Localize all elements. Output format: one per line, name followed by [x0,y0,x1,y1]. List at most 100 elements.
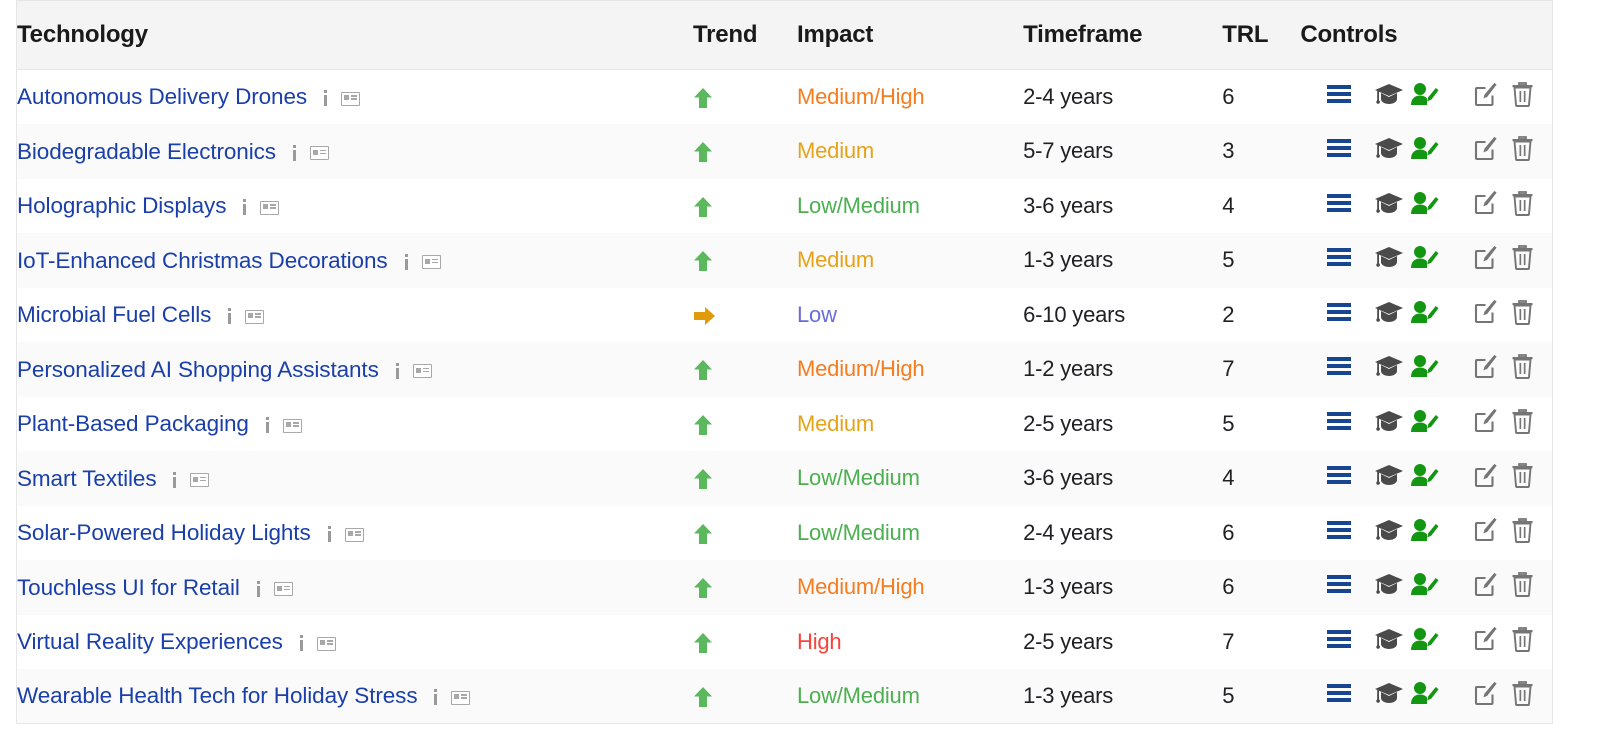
list-lines-icon[interactable] [1326,192,1352,220]
info-icon[interactable] [431,689,442,706]
user-edit-icon[interactable] [1410,409,1440,439]
graduation-cap-icon[interactable] [1374,245,1404,275]
graduation-cap-icon[interactable] [1374,191,1404,221]
id-card-icon[interactable] [316,636,336,651]
id-card-icon[interactable] [273,582,293,597]
info-icon[interactable] [297,635,308,652]
edit-square-pencil-icon[interactable] [1474,190,1499,221]
trash-icon[interactable] [1511,190,1534,222]
graduation-cap-icon[interactable] [1374,136,1404,166]
technology-link[interactable]: Autonomous Delivery Drones [17,85,307,110]
technology-link[interactable]: Smart Textiles [17,466,157,491]
trash-icon[interactable] [1511,571,1534,603]
technology-link[interactable]: Solar-Powered Holiday Lights [17,520,311,545]
id-card-icon[interactable] [451,690,471,705]
list-lines-icon[interactable] [1326,355,1352,383]
trash-icon[interactable] [1511,353,1534,385]
edit-square-pencil-icon[interactable] [1474,299,1499,330]
column-header-timeframe[interactable]: Timeframe [1023,0,1223,70]
technology-link[interactable]: IoT-Enhanced Christmas Decorations [17,248,388,273]
user-edit-icon[interactable] [1410,463,1440,493]
column-header-technology[interactable]: Technology [16,0,693,70]
user-edit-icon[interactable] [1410,245,1440,275]
list-lines-icon[interactable] [1326,301,1352,329]
edit-square-pencil-icon[interactable] [1474,245,1499,276]
technology-link[interactable]: Microbial Fuel Cells [17,302,211,327]
graduation-cap-icon[interactable] [1374,82,1404,112]
id-card-icon[interactable] [412,364,432,379]
user-edit-icon[interactable] [1410,572,1440,602]
technology-link[interactable]: Wearable Health Tech for Holiday Stress [17,684,418,709]
user-edit-icon[interactable] [1410,191,1440,221]
column-header-trl[interactable]: TRL [1222,0,1301,70]
trash-icon[interactable] [1511,517,1534,549]
edit-square-pencil-icon[interactable] [1474,572,1499,603]
info-icon[interactable] [170,471,181,489]
trash-icon[interactable] [1511,135,1534,167]
id-card-icon[interactable] [190,473,210,488]
id-card-icon[interactable] [282,418,302,433]
trash-icon[interactable] [1511,244,1534,276]
id-card-icon[interactable] [421,255,441,270]
technology-link[interactable]: Biodegradable Electronics [17,139,276,164]
user-edit-icon[interactable] [1410,354,1440,384]
technology-link[interactable]: Holographic Displays [17,193,226,218]
graduation-cap-icon[interactable] [1374,463,1404,493]
trash-icon[interactable] [1511,680,1534,712]
trash-icon[interactable] [1511,299,1534,331]
list-lines-icon[interactable] [1326,410,1352,438]
trash-icon[interactable] [1511,81,1534,113]
user-edit-icon[interactable] [1410,627,1440,657]
technology-link[interactable]: Virtual Reality Experiences [17,629,283,654]
info-icon[interactable] [263,417,274,434]
graduation-cap-icon[interactable] [1374,681,1404,711]
user-edit-icon[interactable] [1410,136,1440,166]
edit-square-pencil-icon[interactable] [1474,463,1499,494]
id-card-icon[interactable] [341,91,361,106]
edit-square-pencil-icon[interactable] [1474,626,1499,657]
edit-square-pencil-icon[interactable] [1474,82,1499,113]
edit-square-pencil-icon[interactable] [1474,408,1499,439]
list-lines-icon[interactable] [1326,137,1352,165]
info-icon[interactable] [321,90,332,107]
column-header-trend[interactable]: Trend [692,0,797,70]
list-lines-icon[interactable] [1326,682,1352,710]
technology-link[interactable]: Touchless UI for Retail [17,575,240,600]
edit-square-pencil-icon[interactable] [1474,681,1499,712]
technology-link[interactable]: Plant-Based Packaging [17,411,249,436]
graduation-cap-icon[interactable] [1374,409,1404,439]
edit-square-pencil-icon[interactable] [1474,354,1499,385]
id-card-icon[interactable] [309,146,329,161]
id-card-icon[interactable] [260,200,280,215]
technology-link[interactable]: Personalized AI Shopping Assistants [17,357,379,382]
graduation-cap-icon[interactable] [1374,300,1404,330]
user-edit-icon[interactable] [1410,82,1440,112]
list-lines-icon[interactable] [1326,464,1352,492]
info-icon[interactable] [290,144,301,162]
info-icon[interactable] [254,580,265,598]
info-icon[interactable] [402,253,413,271]
edit-square-pencil-icon[interactable] [1474,136,1499,167]
column-header-impact[interactable]: Impact [797,0,1024,70]
list-lines-icon[interactable] [1326,83,1352,111]
user-edit-icon[interactable] [1410,300,1440,330]
info-icon[interactable] [225,308,236,325]
edit-square-pencil-icon[interactable] [1474,517,1499,548]
id-card-icon[interactable] [245,309,265,324]
trash-icon[interactable] [1511,626,1534,658]
user-edit-icon[interactable] [1410,681,1440,711]
trash-icon[interactable] [1511,462,1534,494]
list-lines-icon[interactable] [1326,246,1352,274]
list-lines-icon[interactable] [1326,519,1352,547]
trash-icon[interactable] [1511,408,1534,440]
user-edit-icon[interactable] [1410,518,1440,548]
list-lines-icon[interactable] [1326,573,1352,601]
info-icon[interactable] [240,199,251,216]
graduation-cap-icon[interactable] [1374,518,1404,548]
info-icon[interactable] [393,362,404,380]
info-icon[interactable] [325,526,336,543]
graduation-cap-icon[interactable] [1374,627,1404,657]
graduation-cap-icon[interactable] [1374,354,1404,384]
graduation-cap-icon[interactable] [1374,572,1404,602]
id-card-icon[interactable] [344,527,364,542]
